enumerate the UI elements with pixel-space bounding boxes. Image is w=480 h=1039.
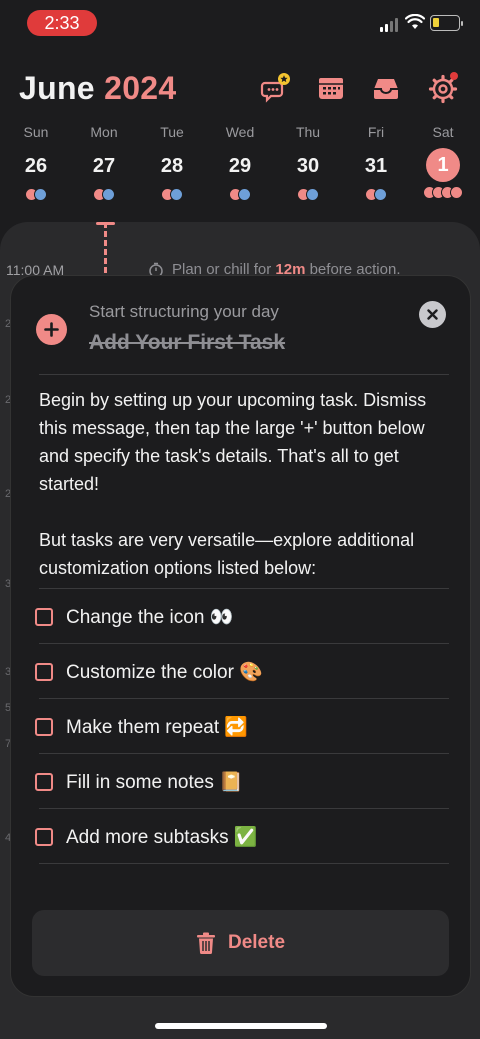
day-task-dots <box>276 188 340 201</box>
divider <box>39 374 449 375</box>
current-time-line <box>104 222 107 282</box>
sheet-paragraph-1: Begin by setting up your upcoming task. … <box>39 390 427 494</box>
day-sun[interactable]: Sun 26 <box>4 124 68 201</box>
sheet-body: Begin by setting up your upcoming task. … <box>39 386 449 582</box>
status-time: 2:33 <box>27 10 97 36</box>
day-tue[interactable]: Tue 28 <box>140 124 204 201</box>
settings-gear-icon[interactable] <box>427 72 459 104</box>
day-sat-selected[interactable]: Sat 1 <box>411 124 475 199</box>
day-fri[interactable]: Fri 31 <box>344 124 408 201</box>
plus-icon <box>36 314 67 345</box>
checklist-item[interactable]: Fill in some notes 📔 <box>35 754 449 809</box>
checkbox[interactable] <box>35 772 53 791</box>
day-task-dots <box>4 188 68 201</box>
page-title: June 2024 <box>19 70 176 107</box>
day-mon[interactable]: Mon 27 <box>72 124 136 201</box>
day-task-dots <box>411 186 475 199</box>
sheet-paragraph-2: But tasks are very versatile—explore add… <box>39 530 415 578</box>
wifi-icon <box>405 14 425 29</box>
checklist-item[interactable]: Add more subtasks ✅ <box>35 809 449 864</box>
checklist-item[interactable]: Change the icon 👀 <box>35 589 449 644</box>
cellular-signal-icon <box>380 18 398 32</box>
delete-button[interactable]: Delete <box>32 910 449 976</box>
day-task-dots <box>140 188 204 201</box>
checklist-item[interactable]: Customize the color 🎨 <box>35 644 449 699</box>
battery-icon <box>430 15 463 31</box>
day-task-dots <box>344 188 408 201</box>
day-wed[interactable]: Wed 29 <box>208 124 272 201</box>
inbox-icon[interactable] <box>370 72 402 104</box>
checkbox[interactable] <box>35 662 53 681</box>
feedback-star-icon[interactable] <box>260 72 292 104</box>
month-label: June <box>19 70 95 106</box>
sheet-title: Add Your First Task <box>89 331 286 354</box>
status-bar: 2:33 <box>0 0 480 46</box>
home-indicator[interactable] <box>155 1023 327 1029</box>
close-icon <box>427 309 438 320</box>
sheet-subtitle: Start structuring your day <box>89 302 279 321</box>
trash-icon <box>196 932 215 954</box>
close-button[interactable] <box>419 301 446 328</box>
week-strip: Sun 26 Mon 27 Tue 28 Wed 29 Thu 30 Fri 3… <box>0 124 480 214</box>
checkbox[interactable] <box>35 607 53 626</box>
checkbox[interactable] <box>35 717 53 736</box>
checklist-item[interactable]: Make them repeat 🔁 <box>35 699 449 754</box>
delete-label: Delete <box>227 932 286 953</box>
onboarding-sheet: Start structuring your day Add Your Firs… <box>10 275 471 997</box>
divider <box>39 863 449 864</box>
day-thu[interactable]: Thu 30 <box>276 124 340 201</box>
calendar-icon[interactable] <box>315 72 347 104</box>
checkbox[interactable] <box>35 827 53 846</box>
day-task-dots <box>208 188 272 201</box>
year-label: 2024 <box>104 70 177 106</box>
day-task-dots <box>72 188 136 201</box>
